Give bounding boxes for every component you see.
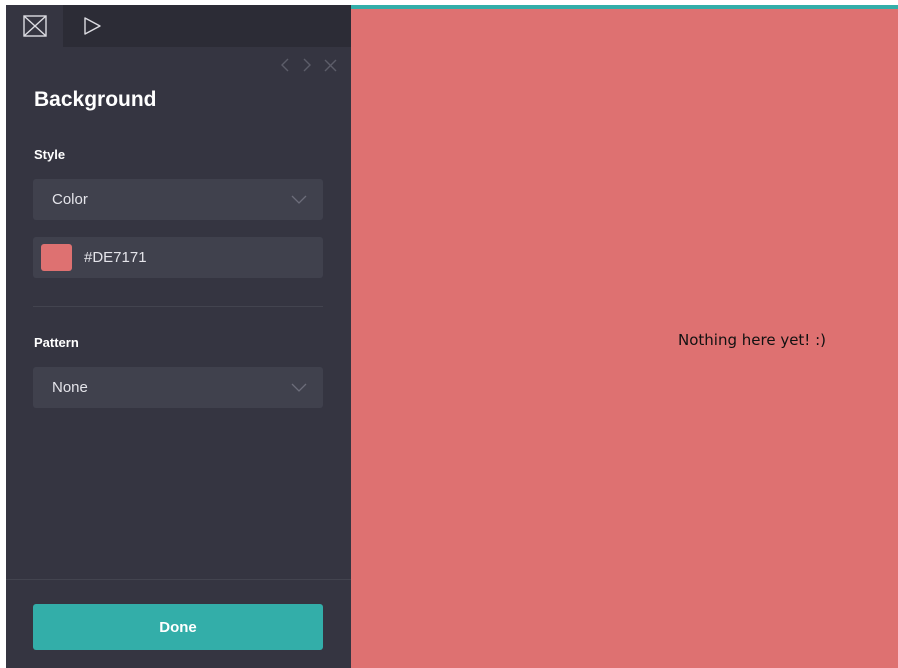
- preview-canvas: Nothing here yet! :): [351, 5, 898, 668]
- section-divider: [33, 306, 323, 307]
- chevron-down-icon: [291, 191, 307, 208]
- tab-layout[interactable]: [6, 5, 63, 47]
- settings-sidebar: Background Style Color #DE7171 Pattern N…: [6, 5, 351, 668]
- panel-nav: [280, 58, 337, 77]
- color-value: #DE7171: [84, 249, 147, 266]
- footer-divider: [6, 579, 351, 580]
- pattern-select-value: None: [52, 379, 88, 396]
- chevron-down-icon: [291, 379, 307, 396]
- color-field[interactable]: #DE7171: [33, 237, 323, 278]
- play-icon: [82, 16, 102, 36]
- style-select[interactable]: Color: [33, 179, 323, 220]
- done-button[interactable]: Done: [33, 604, 323, 650]
- tab-preview[interactable]: [63, 5, 120, 47]
- style-label: Style: [34, 147, 66, 162]
- preview-top-accent: [351, 5, 898, 9]
- chevron-right-icon[interactable]: [302, 58, 312, 77]
- chevron-left-icon[interactable]: [280, 58, 290, 77]
- layout-box-icon: [22, 15, 47, 37]
- panel-title: Background: [34, 88, 157, 111]
- empty-state-message: Nothing here yet! :): [678, 331, 826, 349]
- style-select-value: Color: [52, 191, 88, 208]
- color-swatch[interactable]: [41, 244, 72, 271]
- sidebar-tab-bar: [6, 5, 351, 47]
- close-icon[interactable]: [324, 59, 337, 77]
- pattern-select[interactable]: None: [33, 367, 323, 408]
- pattern-label: Pattern: [34, 335, 79, 350]
